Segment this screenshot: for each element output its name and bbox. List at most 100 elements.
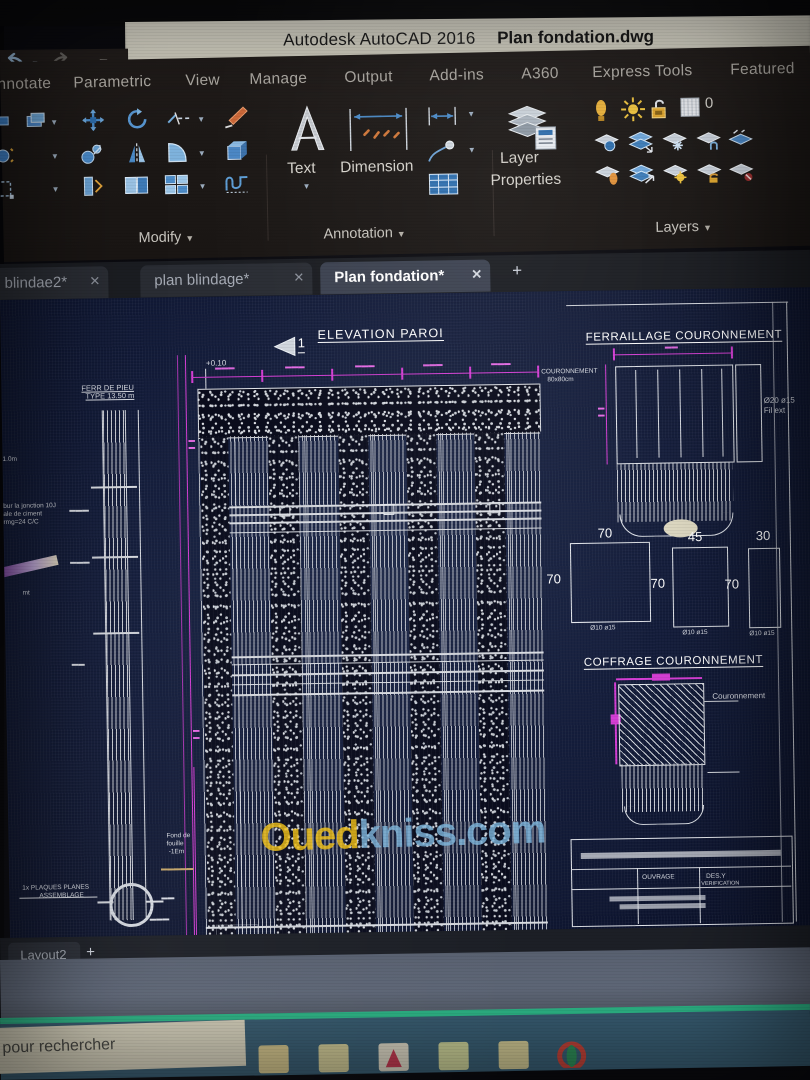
- section-1-left-dim: 70: [546, 571, 562, 587]
- layer-make-current-icon[interactable]: [594, 132, 622, 155]
- taskbar-icon-notes[interactable]: [498, 1040, 529, 1070]
- ring-detail-circle: [109, 882, 154, 928]
- leader-icon[interactable]: [426, 139, 461, 166]
- top-dim-text-1: ▬▬▬: [215, 364, 235, 372]
- text-button-label[interactable]: Text: [287, 160, 316, 179]
- panel-label-layers[interactable]: Layers ▼: [655, 219, 712, 236]
- ribbon-tab-manage[interactable]: Manage: [249, 70, 307, 89]
- pile-callout-3: ▬▬: [71, 660, 85, 668]
- drawing-viewport[interactable]: ELEVATION PAROI FERRAILLAGE COURONNEMENT…: [0, 287, 810, 950]
- pile-callout-1: ▬▬▬: [69, 506, 89, 514]
- offset-icon[interactable]: [80, 174, 106, 199]
- close-icon[interactable]: ✕: [293, 270, 304, 286]
- erase-icon[interactable]: [0, 112, 13, 130]
- layer-unlock-icon[interactable]: [696, 161, 724, 184]
- trim-icon[interactable]: [166, 110, 194, 127]
- layer-freeze-thaw-icon[interactable]: [621, 97, 646, 122]
- copy-dropdown-caret[interactable]: ▼: [50, 118, 58, 127]
- close-icon[interactable]: ✕: [89, 273, 100, 289]
- taskbar-icon-acad[interactable]: [378, 1042, 409, 1072]
- move-icon[interactable]: [81, 108, 105, 132]
- bar-schedule-box: [735, 364, 763, 463]
- fillet-dropdown-caret[interactable]: ▼: [198, 149, 206, 158]
- layer-on-off-icon[interactable]: [593, 98, 610, 124]
- search-placeholder-text: pour rechercher: [2, 1036, 116, 1057]
- pile-reference-line: [137, 409, 147, 920]
- close-icon[interactable]: ✕: [471, 267, 482, 283]
- dimension-linear-caret[interactable]: ▼: [467, 109, 475, 118]
- layer-delete-icon[interactable]: [728, 161, 756, 184]
- edit-polyline-icon[interactable]: [224, 171, 250, 196]
- top-dim-text-2: ▬▬▬: [285, 363, 305, 371]
- panel-label-modify[interactable]: Modify ▼: [138, 229, 194, 246]
- ribbon-panels: ▼ ▼ ▼ ▼ ▼ ▼ Modify ▼ Text ▼ Dimension ▼ …: [0, 90, 810, 258]
- left-detail-bar: [0, 555, 59, 579]
- ribbon-tab-addins[interactable]: Add-ins: [429, 66, 484, 85]
- layer-lock-icon[interactable]: [696, 129, 724, 152]
- layer-turn-all-on-icon[interactable]: [628, 163, 656, 186]
- dimension-button-label[interactable]: Dimension: [340, 158, 414, 177]
- taskbar-search-box[interactable]: pour rechercher: [0, 1019, 247, 1075]
- explode-icon[interactable]: [0, 146, 16, 166]
- ribbon-tab-annotate[interactable]: nnotate: [0, 75, 51, 94]
- taskbar-icon-office[interactable]: [438, 1041, 469, 1071]
- modify-panel-caret[interactable]: ▼: [185, 233, 194, 243]
- layer-match-icon[interactable]: [628, 131, 656, 154]
- panel-label-layers-text: Layers: [655, 219, 700, 236]
- rotate-icon[interactable]: [126, 108, 150, 130]
- new-document-tab-button[interactable]: +: [512, 261, 522, 281]
- ribbon-tab-express-tools[interactable]: Express Tools: [592, 62, 692, 82]
- ribbon-tab-output[interactable]: Output: [344, 68, 393, 87]
- panel-divider-1: [265, 154, 269, 241]
- fillet-icon[interactable]: [165, 140, 191, 165]
- dimension-icon[interactable]: [346, 104, 411, 155]
- layer-properties-label-line2[interactable]: Properties: [490, 171, 561, 190]
- doc-tab-plan-blindage[interactable]: plan blindage* ✕: [140, 262, 313, 298]
- layer-properties-icon[interactable]: [505, 101, 562, 152]
- stretch-dropdown-caret[interactable]: ▼: [51, 185, 59, 194]
- text-dropdown-caret[interactable]: ▼: [302, 182, 310, 191]
- taskbar-icon-opera[interactable]: [556, 1040, 587, 1071]
- doc-tab-aln-blindae2[interactable]: aln blindae2* ✕: [0, 266, 109, 301]
- panel-label-annotation[interactable]: Annotation ▼: [323, 225, 406, 242]
- layer-properties-label-line1[interactable]: Layer: [500, 149, 539, 168]
- ribbon-tab-featured[interactable]: Featured: [730, 60, 795, 79]
- leader-dropdown-caret[interactable]: ▼: [468, 145, 476, 154]
- drawing-canvas[interactable]: ELEVATION PAROI FERRAILLAGE COURONNEMENT…: [0, 287, 810, 950]
- text-icon[interactable]: [284, 103, 331, 156]
- explode-dropdown-caret[interactable]: ▼: [51, 152, 59, 161]
- current-layer-name[interactable]: 0: [705, 95, 714, 112]
- taskbar-icon-store[interactable]: [318, 1043, 349, 1073]
- stretch-icon[interactable]: [0, 178, 17, 200]
- array-dropdown-caret[interactable]: ▼: [198, 182, 206, 191]
- layer-color-swatch-icon[interactable]: [679, 96, 701, 118]
- layer-off-icon[interactable]: [594, 164, 622, 187]
- ribbon-tab-a360[interactable]: A360: [521, 65, 559, 84]
- left-detail-note: mt: [22, 589, 30, 597]
- label-couronnement-size: 80x80cm: [547, 375, 574, 384]
- layers-panel-caret[interactable]: ▼: [703, 223, 712, 233]
- title-block-cell-ouvrage: OUVRAGE: [642, 873, 675, 881]
- section-marker-number: 1: [297, 335, 306, 354]
- taskbar-icon-explorer[interactable]: [258, 1044, 289, 1074]
- layer-thaw-all-icon[interactable]: [662, 162, 690, 185]
- ribbon-tab-view[interactable]: View: [185, 72, 220, 91]
- match-properties-icon[interactable]: [223, 105, 249, 130]
- top-dim-text-5: ▬▬▬: [491, 359, 511, 368]
- table-icon[interactable]: [426, 171, 461, 198]
- layer-lock-unlock-icon[interactable]: [649, 97, 673, 121]
- doc-tab-plan-fondation[interactable]: Plan fondation* ✕: [320, 259, 491, 295]
- dimension-linear-icon[interactable]: [425, 103, 462, 130]
- title-elevation-paroi: ELEVATION PAROI: [317, 326, 444, 343]
- copy-icon[interactable]: [23, 111, 49, 132]
- scale-icon[interactable]: [80, 142, 106, 167]
- mirror-icon[interactable]: [126, 141, 152, 166]
- layer-freeze-icon[interactable]: [662, 130, 690, 153]
- annotation-panel-caret[interactable]: ▼: [397, 229, 406, 239]
- array-3d-icon[interactable]: [224, 139, 250, 164]
- layer-isolate-icon[interactable]: [727, 129, 755, 152]
- array-grid-icon[interactable]: [162, 172, 190, 197]
- trim-dropdown-caret[interactable]: ▼: [197, 115, 205, 124]
- array-rect-icon[interactable]: [122, 173, 150, 198]
- ribbon-tab-parametric[interactable]: Parametric: [73, 73, 151, 93]
